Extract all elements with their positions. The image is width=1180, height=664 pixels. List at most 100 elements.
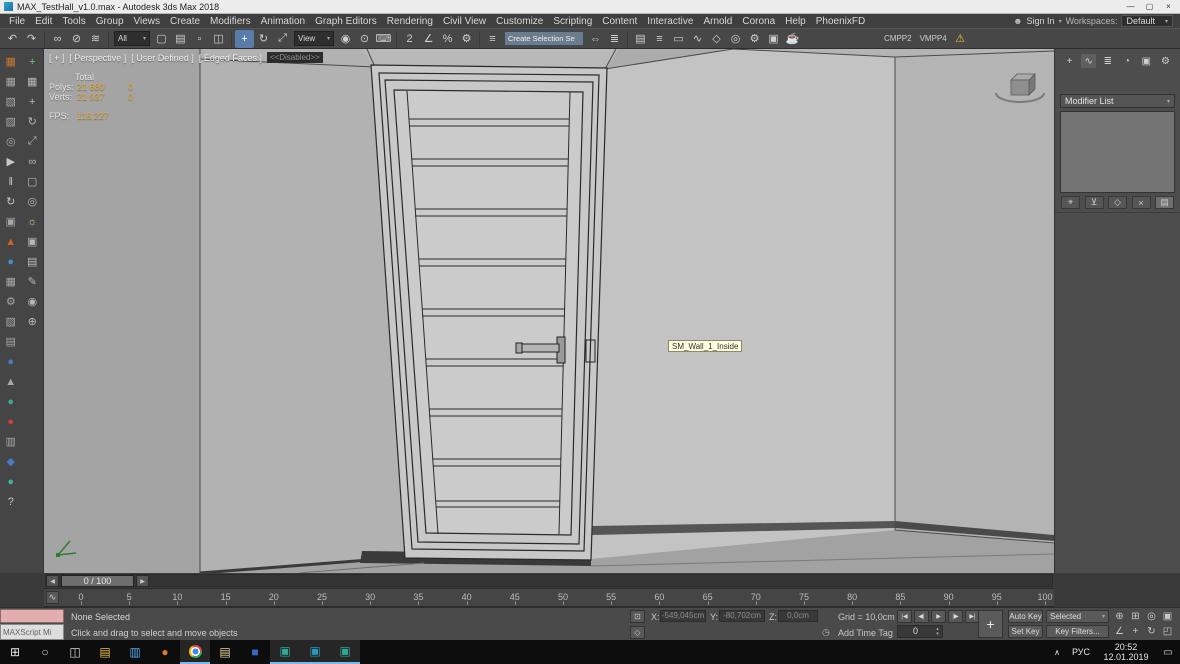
maximize-viewport-toggle-icon[interactable]: ◰: [1161, 625, 1174, 638]
auto-key-button[interactable]: Auto Key: [1008, 610, 1043, 623]
select-small-icon[interactable]: ▢: [23, 173, 41, 190]
make-unique-button[interactable]: ◇: [1108, 196, 1127, 209]
rendered-frame-window-icon[interactable]: ▣: [764, 30, 783, 48]
previous-frame-button[interactable]: ◀|: [914, 610, 929, 623]
doc-icon[interactable]: ▤: [23, 253, 41, 270]
menu-item-interactive[interactable]: Interactive: [642, 16, 698, 27]
previous-frame-arrow[interactable]: ◀: [46, 575, 59, 587]
sign-in-caret-icon[interactable]: ▾: [1059, 18, 1062, 25]
menu-item-scripting[interactable]: Scripting: [548, 16, 597, 27]
select-and-scale-icon[interactable]: ⤢: [273, 30, 292, 48]
hidden-icons-button[interactable]: ∧: [1048, 648, 1066, 657]
link-small-icon[interactable]: ∞: [23, 153, 41, 170]
red-sphere-icon[interactable]: ●: [2, 413, 20, 430]
pencil-icon[interactable]: ✎: [23, 273, 41, 290]
mesh-icon[interactable]: ▧: [2, 313, 20, 330]
pan-view-icon[interactable]: +: [1129, 625, 1142, 638]
render-production-icon[interactable]: ☕: [783, 30, 802, 48]
modifier-list-dropdown[interactable]: Modifier List ▾: [1060, 94, 1175, 108]
menu-item-tools[interactable]: Tools: [57, 16, 90, 27]
scene-door[interactable]: [370, 64, 608, 561]
cone-icon[interactable]: ▲: [2, 373, 20, 390]
task-view-button[interactable]: ◫: [60, 640, 90, 664]
menu-item-rendering[interactable]: Rendering: [382, 16, 438, 27]
teal-sphere-icon[interactable]: ●: [2, 393, 20, 410]
eye-icon[interactable]: ◉: [23, 293, 41, 310]
plugin-grid-icon[interactable]: ▦: [2, 53, 20, 70]
pause-icon[interactable]: ‖: [2, 173, 20, 190]
viewport[interactable]: [ + ] [ Perspective ] [ User Defined ] [ Ed…: [44, 49, 1054, 573]
selection-lock-icon[interactable]: ⊡: [630, 610, 645, 623]
keyboard-shortcut-override-icon[interactable]: ⌨: [374, 30, 393, 48]
z-coordinate-field[interactable]: 0,0cm: [778, 610, 818, 622]
orange-app-button[interactable]: ●: [150, 640, 180, 664]
menu-item-help[interactable]: Help: [780, 16, 811, 27]
schematic-view-icon[interactable]: ◇: [707, 30, 726, 48]
viewport-pov-menu[interactable]: [ Perspective ]: [69, 53, 126, 63]
box-small-icon[interactable]: ▣: [23, 233, 41, 250]
window-restore-button[interactable]: ▢: [1140, 0, 1159, 13]
fire-icon[interactable]: ▲: [2, 233, 20, 250]
maxscript-mini-listener[interactable]: MAXScript Mi: [0, 624, 64, 640]
zoom-all-icon[interactable]: ⊞: [1129, 610, 1142, 623]
time-slider[interactable]: ◀ 0 / 100 ▶: [44, 573, 1054, 589]
snaps-toggle-icon[interactable]: 2: [400, 30, 419, 48]
menu-item-customize[interactable]: Customize: [491, 16, 548, 27]
named-selection-sets-field[interactable]: Create Selection Se: [504, 31, 584, 46]
use-pivot-center-icon[interactable]: ◉: [336, 30, 355, 48]
tab-motion[interactable]: ◔: [1120, 54, 1135, 68]
file-explorer-button[interactable]: ▤: [90, 640, 120, 664]
tab-utilities[interactable]: ⚙: [1158, 54, 1173, 68]
gear-icon[interactable]: ⚙: [2, 293, 20, 310]
store-button[interactable]: ▥: [120, 640, 150, 664]
select-and-link-icon[interactable]: ∞: [48, 30, 67, 48]
menu-item-edit[interactable]: Edit: [30, 16, 57, 27]
language-indicator[interactable]: РУС: [1066, 647, 1096, 657]
blue-app-button[interactable]: ■: [240, 640, 270, 664]
menu-item-arnold[interactable]: Arnold: [698, 16, 737, 27]
current-frame-spinner[interactable]: 0 ▴ ▾: [897, 625, 943, 638]
unlink-selection-icon[interactable]: ⊘: [67, 30, 86, 48]
track-bar[interactable]: ∿ 0 5 10 15 20 25 30 35 40 45 50 55 60 65 70 75 80 85 90 95…: [44, 589, 1054, 607]
target-icon[interactable]: ⊕: [23, 313, 41, 330]
loop-icon[interactable]: ↻: [2, 193, 20, 210]
window-close-button[interactable]: ×: [1159, 0, 1178, 13]
ribbon-toggle-icon[interactable]: ▭: [669, 30, 688, 48]
mini-curve-editor-button[interactable]: ∿: [46, 591, 59, 604]
play-icon[interactable]: ▶: [2, 153, 20, 170]
camera-small-icon[interactable]: ◎: [23, 193, 41, 210]
menu-item-phoenixfd[interactable]: PhoenixFD: [811, 16, 870, 27]
viewport-general-menu[interactable]: [ + ]: [49, 53, 64, 63]
select-and-manipulate-icon[interactable]: ⊙: [355, 30, 374, 48]
lattice-icon[interactable]: ▦: [2, 273, 20, 290]
scene-explorer-icon[interactable]: ▤: [631, 30, 650, 48]
time-slider-track[interactable]: [45, 574, 1053, 587]
window-crossing-icon[interactable]: ◫: [209, 30, 228, 48]
remove-modifier-button[interactable]: ×: [1131, 196, 1151, 209]
menu-item-modifiers[interactable]: Modifiers: [205, 16, 256, 27]
zoom-extents-icon[interactable]: ◎: [1145, 610, 1158, 623]
curve-editor-icon[interactable]: ∿: [688, 30, 707, 48]
tab-display[interactable]: ▣: [1139, 54, 1154, 68]
notification-center-icon[interactable]: ▭: [1156, 647, 1180, 658]
field-of-view-icon[interactable]: ∠: [1113, 625, 1126, 638]
menu-item-civil-view[interactable]: Civil View: [438, 16, 491, 27]
menu-item-file[interactable]: File: [4, 16, 30, 27]
time-slider-thumb[interactable]: 0 / 100: [61, 575, 134, 587]
menu-item-graph-editors[interactable]: Graph Editors: [310, 16, 382, 27]
window-minimize-button[interactable]: —: [1121, 0, 1140, 13]
light-icon[interactable]: ☼: [23, 213, 41, 230]
redo-icon[interactable]: ↷: [22, 30, 41, 48]
viewport-user-defined-menu[interactable]: [ User Defined ]: [131, 53, 194, 63]
menu-item-content[interactable]: Content: [597, 16, 642, 27]
blue-diamond-icon[interactable]: ◆: [2, 453, 20, 470]
cube-icon[interactable]: ▧: [2, 93, 20, 110]
tab-modify[interactable]: ∿: [1081, 54, 1097, 68]
edit-named-selections-icon[interactable]: ≡: [483, 30, 502, 48]
play-animation-button[interactable]: ▶: [931, 610, 946, 623]
y-coordinate-field[interactable]: -80,702cm: [719, 610, 765, 622]
viewport-shading-menu[interactable]: [ Edged Faces ]: [199, 53, 262, 63]
warning-icon[interactable]: ⚠: [951, 30, 970, 48]
layer-explorer-icon[interactable]: ≡: [650, 30, 669, 48]
undo-icon[interactable]: ↶: [3, 30, 22, 48]
